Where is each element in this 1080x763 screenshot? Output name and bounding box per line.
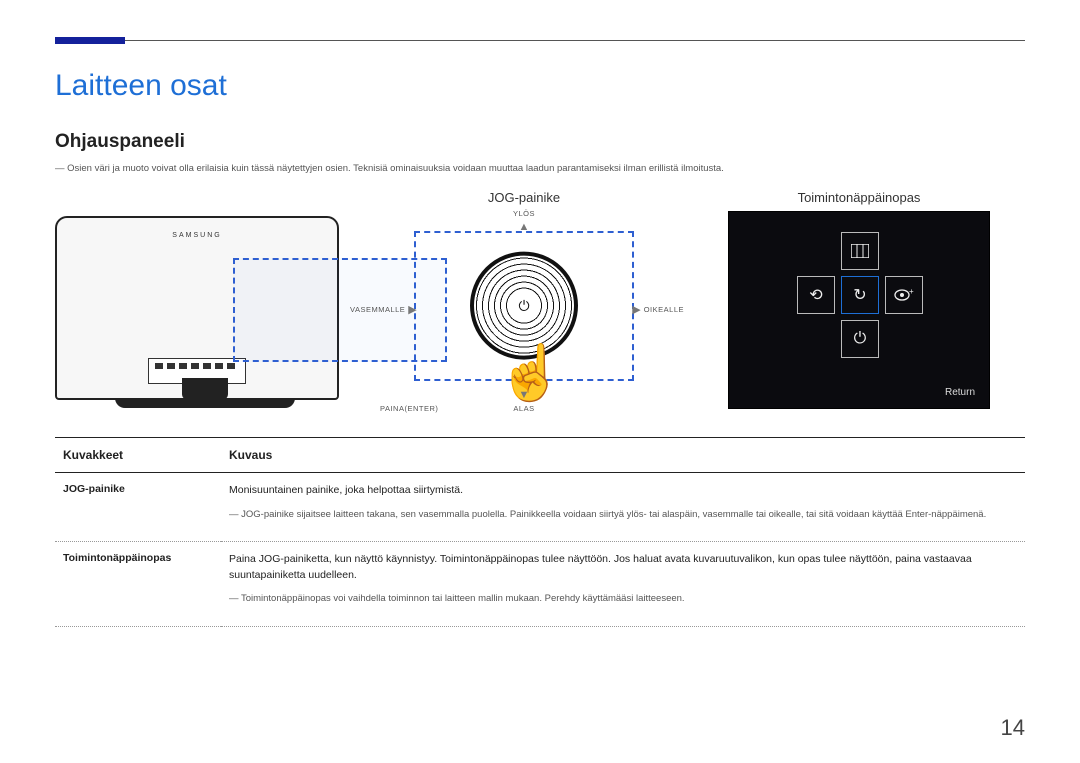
jog-dial-icon [470, 252, 578, 360]
monitor-stand [115, 398, 295, 408]
eye-plus-icon: + [885, 276, 923, 314]
row-desc: Paina JOG-painiketta, kun näyttö käynnis… [221, 542, 1025, 627]
guide-title: Toimintonäppäinopas [693, 190, 1025, 205]
osd-panel: ⟲ ↻ + ⏻ Return [728, 211, 990, 409]
chapter-title: Laitteen osat [55, 69, 1025, 103]
jog-title: JOG-painike [379, 190, 669, 205]
section-title: Ohjauspaneeli [55, 131, 1025, 153]
arrow-left: VASEMMALLE▶ [350, 303, 417, 316]
row-name: JOG-painike [55, 473, 221, 542]
monitor-rear-diagram: SAMSUNG [55, 190, 355, 410]
header-rule [55, 40, 1025, 49]
power-icon: ⏻ [841, 320, 879, 358]
col-desc: Kuvaus [221, 438, 1025, 473]
disclaimer-note: ― Osien väri ja muoto voivat olla erilai… [55, 163, 1025, 174]
label-press: PAINA(ENTER) [380, 404, 438, 413]
return-label: Return [945, 387, 975, 398]
jog-diagram: JOG-painike ☝ YLÖS▲ ▼ALAS VASEMMALLE▶ ▶O… [379, 190, 669, 411]
row-desc: Monisuuntainen painike, joka helpottaa s… [221, 473, 1025, 542]
menu-icon [841, 232, 879, 270]
arrow-right: ▶OIKEALLE [632, 303, 684, 316]
svg-text:+: + [909, 288, 914, 296]
refresh-icon: ↻ [841, 276, 879, 314]
page-number: 14 [1001, 715, 1025, 741]
table-row: JOG-painike Monisuuntainen painike, joka… [55, 473, 1025, 542]
col-icons: Kuvakkeet [55, 438, 221, 473]
arrow-up: YLÖS▲ [513, 209, 535, 233]
diagram-row: SAMSUNG JOG-painike ☝ YLÖS▲ ▼ALAS VASEMM… [55, 190, 1025, 411]
description-table: Kuvakkeet Kuvaus JOG-painike Monisuuntai… [55, 437, 1025, 627]
function-key-guide: Toimintonäppäinopas ⟲ ↻ + ⏻ Return [693, 190, 1025, 409]
manual-page: Laitteen osat Ohjauspaneeli ― Osien väri… [0, 0, 1080, 763]
table-row: Toimintonäppäinopas Paina JOG-painiketta… [55, 542, 1025, 627]
brand-label: SAMSUNG [172, 232, 221, 239]
monitor-body: SAMSUNG [55, 216, 339, 400]
row-name: Toimintonäppäinopas [55, 542, 221, 627]
arrow-down: ▼ALAS [513, 389, 534, 413]
loop-icon: ⟲ [797, 276, 835, 314]
